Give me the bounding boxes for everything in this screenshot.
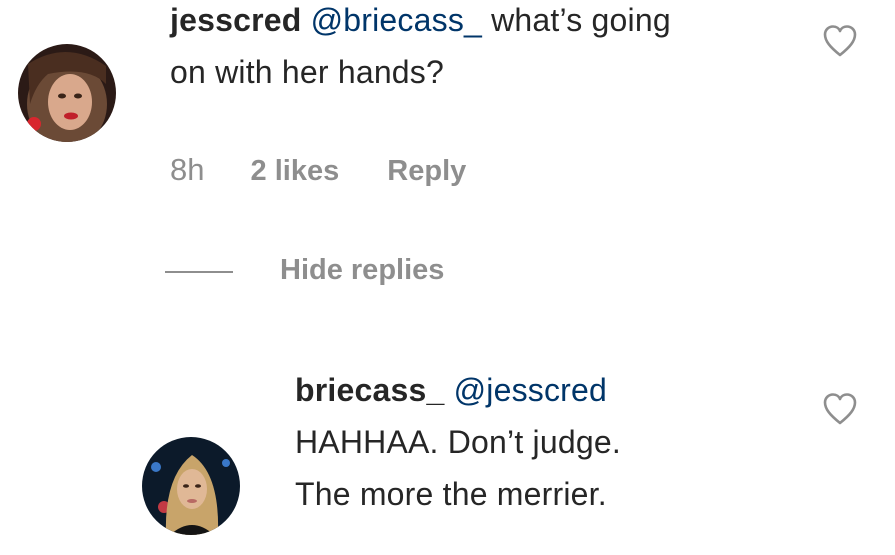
reply-text-line1: HAHHAA. Don’t judge. (295, 424, 621, 460)
comment-text-line1: what’s going (491, 2, 671, 38)
reply-username[interactable]: briecass_ (295, 372, 444, 408)
heart-outline-icon[interactable] (822, 24, 858, 63)
comment-likes[interactable]: 2 likes (251, 155, 340, 187)
comment-meta: 8h 2 likes Reply (170, 152, 466, 188)
reply-button[interactable]: Reply (387, 155, 466, 187)
reply-mention[interactable]: @jesscred (454, 372, 607, 408)
avatar-briecass[interactable] (142, 437, 240, 535)
heart-outline-icon[interactable] (822, 392, 858, 431)
comment-mention[interactable]: @briecass_ (311, 2, 482, 38)
comment-username[interactable]: jesscred (170, 2, 301, 38)
reply-body: briecass_ @jesscred HAHHAA. Don’t judge.… (295, 364, 815, 520)
comment-body: jesscred @briecass_ what’s going on with… (170, 0, 810, 98)
avatar-jesscred[interactable] (18, 44, 116, 142)
comment-time[interactable]: 8h (170, 152, 204, 187)
comment-text-line2: on with her hands? (170, 54, 445, 90)
hide-replies-button[interactable]: Hide replies (280, 254, 444, 287)
reply-text-line2: The more the merrier. (295, 476, 607, 512)
replies-divider (165, 271, 233, 273)
